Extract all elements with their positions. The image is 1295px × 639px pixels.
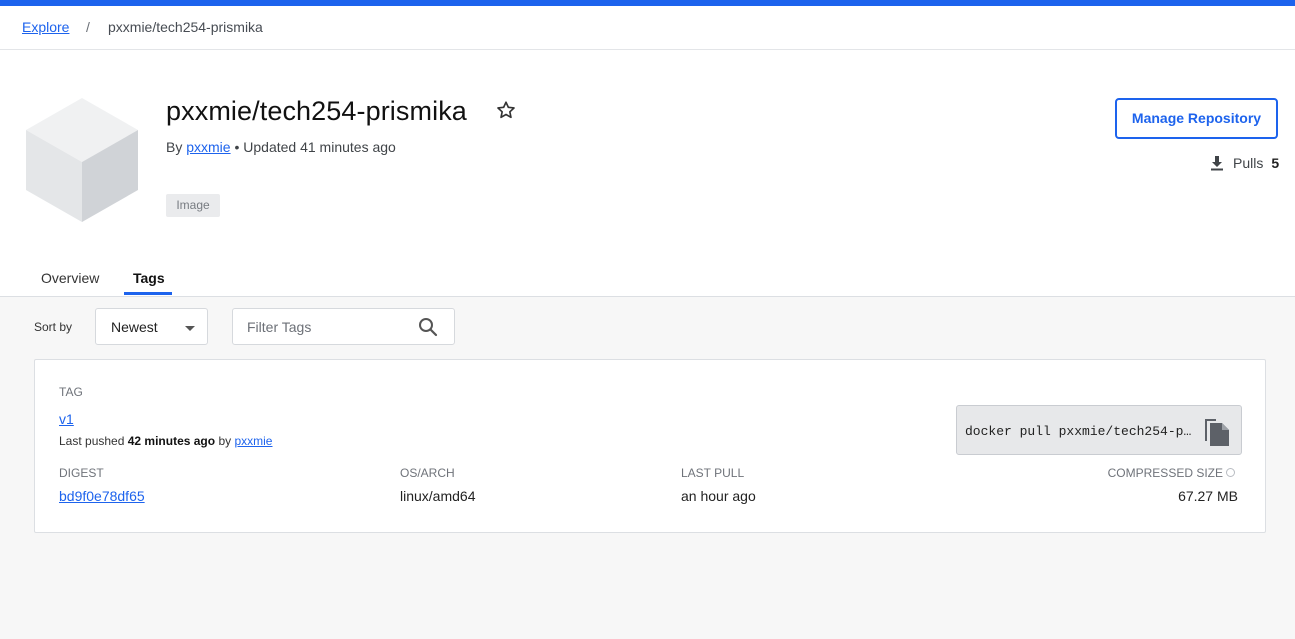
tag-name-link[interactable]: v1 xyxy=(59,411,74,427)
sort-value: Newest xyxy=(111,319,158,335)
digest-label: DIGEST xyxy=(59,466,104,480)
manage-repository-button[interactable]: Manage Repository xyxy=(1115,98,1278,139)
compressed-size-value: 67.27 MB xyxy=(1178,488,1238,504)
pushed-by: by xyxy=(218,434,232,448)
sort-dropdown[interactable]: Newest xyxy=(95,308,208,345)
breadcrumb-explore-link[interactable]: Explore xyxy=(22,19,69,35)
pulls-value: 5 xyxy=(1271,155,1280,171)
star-icon[interactable] xyxy=(495,99,517,121)
active-tab-indicator xyxy=(124,292,172,295)
filter-tags-box xyxy=(232,308,455,345)
last-pull-label: LAST PULL xyxy=(681,466,745,480)
tag-card: TAG v1 Last pushed 42 minutes ago by pxx… xyxy=(34,359,1266,533)
by-prefix: By xyxy=(166,139,183,155)
breadcrumb: Explore / pxxmie/tech254-prismika xyxy=(0,6,1295,50)
owner-link[interactable]: pxxmie xyxy=(186,139,230,155)
pulls-count: Pulls 5 xyxy=(1209,155,1279,171)
digest-link[interactable]: bd9f0e78df65 xyxy=(59,488,145,504)
tab-tags[interactable]: Tags xyxy=(133,270,165,286)
compressed-size-header: COMPRESSED SIZE xyxy=(1108,466,1235,480)
pulls-label: Pulls xyxy=(1233,155,1264,171)
breadcrumb-current: pxxmie/tech254-prismika xyxy=(108,19,263,35)
osarch-label: OS/ARCH xyxy=(400,466,455,480)
pushed-prefix: Last pushed xyxy=(59,434,125,448)
copy-icon[interactable] xyxy=(1203,415,1231,447)
page-title: pxxmie/tech254-prismika xyxy=(166,96,467,126)
download-icon xyxy=(1211,156,1223,171)
pull-command-text: docker pull pxxmie/tech254-prismika:v1 xyxy=(965,424,1199,439)
last-pull-value: an hour ago xyxy=(681,488,756,504)
last-pushed-text: Last pushed 42 minutes ago by pxxmie xyxy=(59,434,272,448)
updated-text: • Updated 41 minutes ago xyxy=(234,139,396,155)
chevron-down-icon xyxy=(185,326,195,331)
search-icon[interactable] xyxy=(418,317,438,337)
tag-column-label: TAG xyxy=(59,385,83,399)
pushed-time: 42 minutes ago xyxy=(127,434,216,448)
breadcrumb-separator: / xyxy=(86,19,90,35)
cube-icon xyxy=(26,98,138,222)
filter-tags-input[interactable] xyxy=(247,318,407,336)
tab-overview[interactable]: Overview xyxy=(41,270,99,286)
sort-label: Sort by xyxy=(34,320,73,334)
repo-header: Explore / pxxmie/tech254-prismika pxxmie… xyxy=(0,6,1295,297)
pusher-link[interactable]: pxxmie xyxy=(234,434,272,448)
repo-byline: By pxxmie • Updated 41 minutes ago xyxy=(166,139,396,155)
image-badge: Image xyxy=(166,194,220,217)
compressed-size-label: COMPRESSED SIZE xyxy=(1107,466,1223,480)
osarch-value: linux/amd64 xyxy=(400,488,476,504)
info-icon[interactable] xyxy=(1226,468,1235,477)
pull-command-box: docker pull pxxmie/tech254-prismika:v1 xyxy=(956,405,1242,455)
